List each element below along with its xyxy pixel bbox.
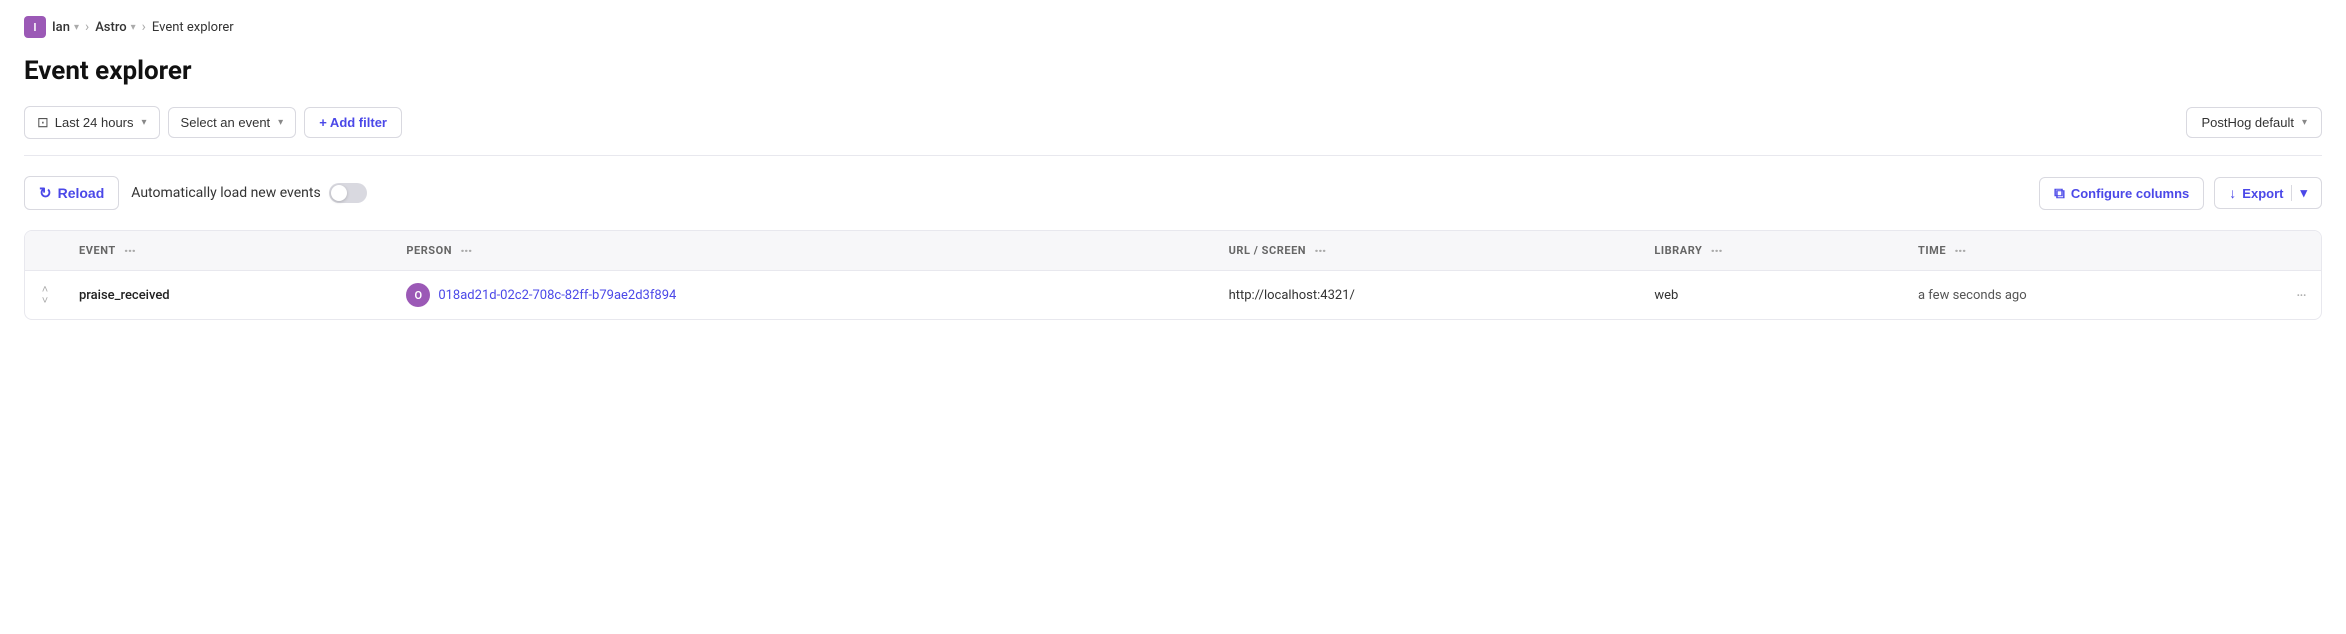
configure-columns-button[interactable]: ⧉ Configure columns: [2039, 177, 2204, 210]
time-range-chevron-icon: ▾: [142, 117, 147, 128]
user-chevron-icon: ▾: [74, 22, 79, 33]
auto-load-toggle[interactable]: [329, 183, 367, 203]
person-col-options[interactable]: ···: [460, 241, 471, 260]
time-cell: a few seconds ago: [1904, 271, 2281, 320]
auto-load-container: Automatically load new events: [131, 183, 366, 203]
posthog-default-label: PostHog default: [2201, 115, 2294, 130]
expand-cell: ˄ ˅: [25, 271, 65, 320]
add-filter-button[interactable]: + Add filter: [304, 107, 402, 138]
page-title: Event explorer: [24, 56, 2322, 86]
breadcrumb-user[interactable]: Ian ▾: [52, 20, 79, 35]
toolbar-right: PostHog default ▾: [2186, 107, 2322, 138]
select-event-button[interactable]: Select an event ▾: [168, 107, 297, 138]
export-label: Export: [2242, 186, 2283, 201]
breadcrumb-current-page: Event explorer: [152, 20, 234, 35]
library-col-options[interactable]: ···: [1710, 241, 1721, 260]
posthog-default-button[interactable]: PostHog default ▾: [2186, 107, 2322, 138]
breadcrumb-separator-2: ›: [142, 19, 146, 35]
events-table: EVENT ··· PERSON ··· URL / SCREEN: [24, 230, 2322, 320]
project-chevron-icon: ▾: [131, 22, 136, 33]
export-button[interactable]: ↓ Export ▾: [2214, 177, 2322, 209]
breadcrumb: I Ian ▾ › Astro ▾ › Event explorer: [24, 16, 2322, 38]
col-event-header: EVENT ···: [65, 231, 392, 271]
toolbar-row-2: ↻ Reload Automatically load new events ⧉…: [24, 168, 2322, 218]
calendar-icon: ⊡: [37, 114, 49, 131]
time-col-options[interactable]: ···: [1954, 241, 1965, 260]
time-range-label: Last 24 hours: [55, 115, 134, 130]
reload-button[interactable]: ↻ Reload: [24, 176, 119, 210]
col-library-header: LIBRARY ···: [1640, 231, 1904, 271]
toolbar2-right: ⧉ Configure columns ↓ Export ▾: [2039, 177, 2322, 210]
row-options-icon[interactable]: ···: [2296, 286, 2306, 305]
configure-columns-label: Configure columns: [2071, 186, 2189, 201]
row-actions-cell: ···: [2281, 271, 2321, 320]
table-row: ˄ ˅ praise_received O 018ad21d-02c2-708c…: [25, 271, 2321, 320]
library-cell: web: [1640, 271, 1904, 320]
reload-icon: ↻: [39, 184, 52, 202]
time-range-button[interactable]: ⊡ Last 24 hours ▾: [24, 106, 160, 139]
col-row-actions-header: [2281, 231, 2321, 271]
configure-columns-icon: ⧉: [2054, 185, 2065, 202]
add-filter-label: + Add filter: [319, 115, 387, 130]
person-cell: O 018ad21d-02c2-708c-82ff-b79ae2d3f894: [392, 271, 1214, 320]
url-cell: http://localhost:4321/: [1215, 271, 1641, 320]
export-chevron-icon[interactable]: ▾: [2291, 185, 2307, 201]
toolbar-left: ⊡ Last 24 hours ▾ Select an event ▾ + Ad…: [24, 106, 402, 139]
user-avatar: I: [24, 16, 46, 38]
table-header-row: EVENT ··· PERSON ··· URL / SCREEN: [25, 231, 2321, 271]
event-cell: praise_received: [65, 271, 392, 320]
col-time-header: TIME ···: [1904, 231, 2281, 271]
select-event-label: Select an event: [181, 115, 271, 130]
col-url-header: URL / SCREEN ···: [1215, 231, 1641, 271]
select-event-chevron-icon: ▾: [278, 117, 283, 128]
toolbar-row-1: ⊡ Last 24 hours ▾ Select an event ▾ + Ad…: [24, 106, 2322, 139]
expand-arrows-icon[interactable]: ˄ ˅: [39, 284, 51, 306]
export-icon: ↓: [2229, 185, 2236, 201]
person-avatar: O: [406, 283, 430, 307]
col-expand: [25, 231, 65, 271]
toolbar-divider: [24, 155, 2322, 156]
posthog-chevron-icon: ▾: [2302, 117, 2307, 128]
col-person-header: PERSON ···: [392, 231, 1214, 271]
breadcrumb-project[interactable]: Astro ▾: [95, 20, 135, 35]
person-link[interactable]: 018ad21d-02c2-708c-82ff-b79ae2d3f894: [438, 288, 676, 303]
event-col-options[interactable]: ···: [124, 241, 135, 260]
reload-label: Reload: [58, 185, 105, 201]
toolbar2-left: ↻ Reload Automatically load new events: [24, 176, 367, 210]
auto-load-label: Automatically load new events: [131, 185, 320, 201]
event-name: praise_received: [79, 288, 170, 303]
breadcrumb-separator-1: ›: [85, 19, 89, 35]
url-col-options[interactable]: ···: [1314, 241, 1325, 260]
